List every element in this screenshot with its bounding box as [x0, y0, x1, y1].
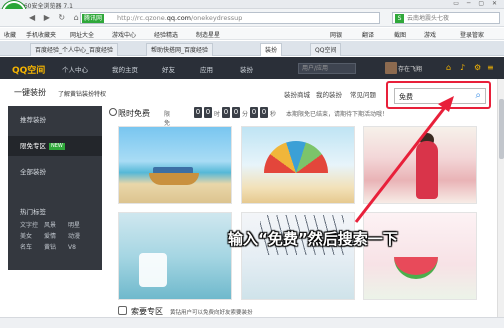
nav-personal-center[interactable]: 个人中心 — [62, 64, 88, 74]
nav-buttons[interactable]: ◀ ▶ ↻ ⌂ — [29, 13, 82, 22]
countdown-digit: 0 — [260, 107, 268, 118]
bookmark-item[interactable]: 制造星星 — [196, 30, 220, 39]
qzone-search-input[interactable]: 用户/应用 — [298, 63, 356, 74]
bookmark-item[interactable]: 网银 — [330, 30, 342, 39]
sidebar-item-free-zone[interactable]: 限免专区 NEW — [8, 136, 102, 156]
avatar[interactable] — [385, 62, 397, 74]
search-engine-icon[interactable]: S — [395, 14, 404, 23]
sidebar-item-all[interactable]: 全部装扮 — [8, 162, 102, 182]
tag[interactable]: 明星 — [68, 220, 92, 231]
sidebar: 推荐装扮 限免专区 NEW 全部装扮 热门标签 文字控 风景 明星美女 爱情 动漫名车 黄钻… — [8, 106, 102, 270]
clock-icon — [109, 108, 117, 116]
home-icon[interactable]: ⌂ — [446, 63, 451, 72]
status-bar — [0, 317, 504, 328]
tag[interactable]: V8 — [68, 242, 92, 253]
flash-sale-desc: 本期限免已结束，请期待下期活动哦！ — [286, 111, 389, 118]
tab-qzone[interactable]: QQ空间 — [310, 43, 342, 56]
bookmark-item[interactable]: 游戏 — [424, 30, 436, 39]
tab-experience[interactable]: 百度经验_个人中心_百度经验 — [30, 43, 119, 56]
browser-search-input[interactable]: S 云南地震头七夜 — [392, 12, 500, 24]
url-input[interactable]: 腾讯网 http://rc.qzone.qq.com/onekeydressup — [80, 12, 380, 24]
countdown-unit: 秒 — [270, 111, 277, 118]
address-bar: ◀ ▶ ↻ ⌂ 腾讯网 http://rc.qzone.qq.com/oneke… — [0, 9, 504, 27]
theme-thumbnail-watermelon[interactable] — [363, 212, 477, 300]
bookmarks-bar: 收藏 手机收藏夹 网址大全 游戏中心 经验精选 制造星星 网银 翻译 截图 游戏… — [0, 28, 504, 40]
annotation-highlight-box — [386, 81, 491, 109]
countdown-unit: 时 — [214, 111, 221, 118]
nav-friends[interactable]: 好友 — [162, 64, 175, 74]
tag[interactable]: 风景 — [44, 220, 68, 231]
countdown-digit: 0 — [194, 107, 202, 118]
theme-thumbnail-umbrella[interactable] — [241, 126, 355, 204]
countdown-digit: 0 — [204, 107, 212, 118]
new-badge: NEW — [49, 142, 65, 150]
bookmark-item[interactable]: 手机收藏夹 — [26, 30, 56, 39]
page-scrollbar[interactable] — [497, 79, 504, 317]
theme-thumbnail-girl[interactable] — [363, 126, 477, 204]
scrollbar-thumb[interactable] — [499, 99, 504, 159]
perk-link[interactable]: 了解黄钻装扮特权 — [58, 89, 106, 98]
countdown-digit: 0 — [250, 107, 258, 118]
tag[interactable]: 文字控 — [20, 220, 44, 231]
tab-dressup[interactable]: 装扮 — [260, 43, 283, 56]
tag[interactable]: 黄钻 — [44, 242, 68, 253]
page-title: 一键装扮 — [14, 88, 46, 97]
tag[interactable]: 动漫 — [68, 231, 92, 242]
nav-my-homepage[interactable]: 我的主页 — [112, 64, 138, 74]
tag[interactable]: 名车 — [20, 242, 44, 253]
url-security-badge: 腾讯网 — [82, 14, 105, 23]
user-name[interactable]: 存在飞翔 — [398, 64, 422, 73]
theme-thumbnail-chair[interactable] — [118, 212, 232, 300]
nav-apps[interactable]: 应用 — [200, 64, 213, 74]
annotation-callout: 输入“免费”然后搜索一下 — [228, 230, 398, 248]
bookmark-item[interactable]: 翻译 — [362, 30, 374, 39]
qzone-logo[interactable]: QQ空间 — [12, 63, 45, 76]
flash-sale-title: 限时免费 — [118, 109, 150, 118]
countdown-digit: 0 — [222, 107, 230, 118]
hot-tags: 文字控 风景 明星美女 爱情 动漫名车 黄钻 V8 — [20, 220, 100, 253]
countdown-digit: 0 — [232, 107, 240, 118]
bookmark-item[interactable]: 经验精选 — [154, 30, 178, 39]
sidebar-item-recommended[interactable]: 推荐装扮 — [8, 110, 102, 130]
tab-strip: 百度经验_个人中心_百度经验 帮助快搭网_百度经验 装扮 QQ空间 — [0, 41, 504, 56]
qzone-header: QQ空间 个人中心 我的主页 好友 应用 装扮 用户/应用 存在飞翔 ⌂ ♪ ⚙… — [0, 57, 504, 79]
hot-tags-title: 热门标签 — [20, 208, 46, 216]
bookmark-item[interactable]: 网址大全 — [70, 30, 94, 39]
browser-title-bar: 360安全浏览器 7.1 ▭ ─ ▢ ✕ — [0, 0, 504, 10]
bookmark-item[interactable]: 登录管家 — [460, 30, 484, 39]
nav-dressup[interactable]: 装扮 — [240, 64, 253, 74]
bookmark-item[interactable]: 游戏中心 — [112, 30, 136, 39]
menu-icon[interactable]: ≡ — [487, 63, 494, 72]
theme-thumbnail-beach-boat[interactable] — [118, 126, 232, 204]
tab-help[interactable]: 帮助快搭网_百度经验 — [146, 43, 214, 56]
link-mall[interactable]: 装扮商城 — [284, 89, 310, 99]
browser-search-text[interactable]: 云南地震头七夜 — [407, 14, 449, 23]
tag[interactable]: 美女 — [20, 231, 44, 242]
request-desc: 黄钻用户可以免费向好友索要装扮 — [170, 310, 253, 316]
bookmark-item[interactable]: 截图 — [394, 30, 406, 39]
request-title: 索要专区 — [131, 307, 163, 316]
window-controls[interactable]: ▭ ─ ▢ ✕ — [453, 0, 500, 7]
url-text[interactable]: http://rc.qzone.qq.com/onekeydressup — [117, 14, 242, 23]
countdown-unit: 分 — [242, 111, 249, 118]
link-my-dressup[interactable]: 我的装扮 — [316, 89, 342, 99]
gear-icon[interactable]: ⚙ — [474, 63, 481, 72]
bell-icon[interactable]: ♪ — [460, 63, 465, 72]
link-faq[interactable]: 常见问题 — [350, 89, 376, 99]
theme-thumbnail-lines[interactable] — [241, 212, 355, 300]
bookmark-item[interactable]: 收藏 — [4, 30, 16, 39]
request-icon — [118, 306, 127, 315]
tag[interactable]: 爱情 — [44, 231, 68, 242]
